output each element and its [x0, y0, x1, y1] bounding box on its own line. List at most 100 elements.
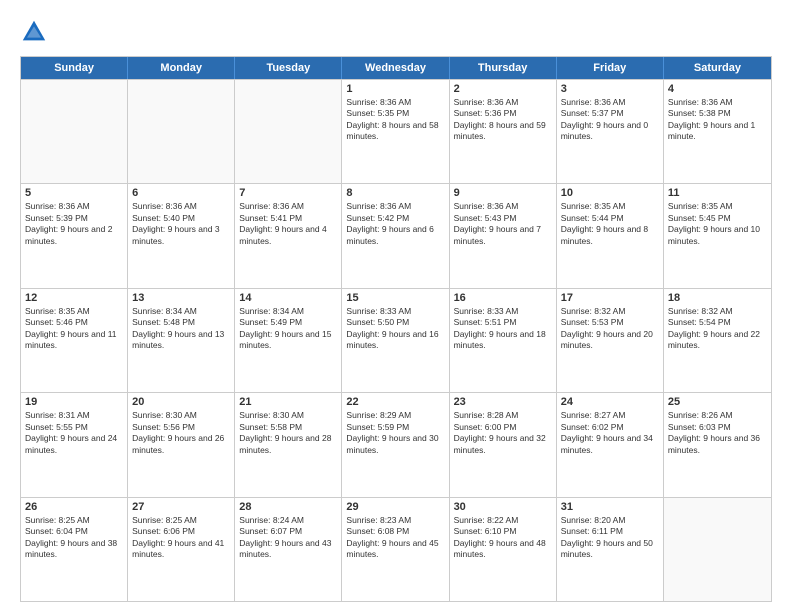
day-number: 3: [561, 83, 659, 95]
day-cell-10: 10Sunrise: 8:35 AMSunset: 5:44 PMDayligh…: [557, 184, 664, 287]
day-cell-9: 9 Sunrise: 8:36 AMSunset: 5:43 PMDaylight…: [450, 184, 557, 287]
day-number: 9: [454, 187, 552, 199]
day-number: 8: [346, 187, 444, 199]
cell-info: Sunrise: 8:22 AMSunset: 6:10 PMDaylight:…: [454, 515, 552, 561]
day-number: 23: [454, 396, 552, 408]
day-cell-23: 23 Sunrise: 8:28 AMSunset: 6:00 PMDayligh…: [450, 393, 557, 496]
day-number: 7: [239, 187, 337, 199]
day-number: 12: [25, 292, 123, 304]
cell-info: Sunrise: 8:25 AMSunset: 6:04 PMDaylight:…: [25, 515, 123, 561]
day-number: 13: [132, 292, 230, 304]
day-number: 20: [132, 396, 230, 408]
empty-cell: [664, 498, 771, 601]
calendar-row-3: 12 Sunrise: 8:35 AMSunset: 5:46 PMDayligh…: [21, 288, 771, 392]
day-number: 5: [25, 187, 123, 199]
day-cell-2: 2Sunrise: 8:36 AMSunset: 5:36 PMDaylight…: [450, 80, 557, 183]
day-cell-3: 3 Sunrise: 8:36 AMSunset: 5:37 PMDaylight…: [557, 80, 664, 183]
header-day-friday: Friday: [557, 57, 664, 79]
empty-cell: [235, 80, 342, 183]
day-cell-7: 7Sunrise: 8:36 AMSunset: 5:41 PMDaylight…: [235, 184, 342, 287]
calendar-row-5: 26Sunrise: 8:25 AMSunset: 6:04 PMDayligh…: [21, 497, 771, 601]
calendar-row-1: 1Sunrise: 8:36 AMSunset: 5:35 PMDaylight…: [21, 79, 771, 183]
day-number: 11: [668, 187, 767, 199]
day-cell-31: 31 Sunrise: 8:20 AMSunset: 6:11 PMDayligh…: [557, 498, 664, 601]
cell-info: Sunrise: 8:36 AMSunset: 5:43 PMDaylight:…: [454, 201, 552, 247]
day-number: 28: [239, 501, 337, 513]
cell-info: Sunrise: 8:31 AMSunset: 5:55 PMDaylight:…: [25, 410, 123, 456]
day-number: 4: [668, 83, 767, 95]
day-cell-4: 4 Sunrise: 8:36 AMSunset: 5:38 PMDaylight…: [664, 80, 771, 183]
day-cell-26: 26Sunrise: 8:25 AMSunset: 6:04 PMDayligh…: [21, 498, 128, 601]
day-cell-12: 12 Sunrise: 8:35 AMSunset: 5:46 PMDayligh…: [21, 289, 128, 392]
cell-info: Sunrise: 8:32 AMSunset: 5:54 PMDaylight:…: [668, 306, 767, 352]
calendar-body: 1Sunrise: 8:36 AMSunset: 5:35 PMDaylight…: [21, 79, 771, 601]
day-number: 22: [346, 396, 444, 408]
calendar-row-2: 5 Sunrise: 8:36 AMSunset: 5:39 PMDaylight…: [21, 183, 771, 287]
day-number: 21: [239, 396, 337, 408]
cell-info: Sunrise: 8:29 AMSunset: 5:59 PMDaylight:…: [346, 410, 444, 456]
day-number: 14: [239, 292, 337, 304]
cell-info: Sunrise: 8:36 AMSunset: 5:38 PMDaylight:…: [668, 97, 767, 143]
empty-cell: [128, 80, 235, 183]
day-number: 25: [668, 396, 767, 408]
day-cell-18: 18 Sunrise: 8:32 AMSunset: 5:54 PMDayligh…: [664, 289, 771, 392]
day-cell-16: 16Sunrise: 8:33 AMSunset: 5:51 PMDayligh…: [450, 289, 557, 392]
day-number: 6: [132, 187, 230, 199]
day-cell-5: 5 Sunrise: 8:36 AMSunset: 5:39 PMDaylight…: [21, 184, 128, 287]
cell-info: Sunrise: 8:36 AMSunset: 5:40 PMDaylight:…: [132, 201, 230, 247]
cell-info: Sunrise: 8:30 AMSunset: 5:56 PMDaylight:…: [132, 410, 230, 456]
day-number: 19: [25, 396, 123, 408]
cell-info: Sunrise: 8:33 AMSunset: 5:51 PMDaylight:…: [454, 306, 552, 352]
header-day-sunday: Sunday: [21, 57, 128, 79]
header-day-saturday: Saturday: [664, 57, 771, 79]
header: [20, 18, 772, 46]
calendar: SundayMondayTuesdayWednesdayThursdayFrid…: [20, 56, 772, 602]
day-number: 30: [454, 501, 552, 513]
header-day-thursday: Thursday: [450, 57, 557, 79]
logo-icon: [20, 18, 48, 46]
cell-info: Sunrise: 8:36 AMSunset: 5:37 PMDaylight:…: [561, 97, 659, 143]
day-number: 29: [346, 501, 444, 513]
day-number: 15: [346, 292, 444, 304]
day-cell-29: 29 Sunrise: 8:23 AMSunset: 6:08 PMDayligh…: [342, 498, 449, 601]
cell-info: Sunrise: 8:36 AMSunset: 5:39 PMDaylight:…: [25, 201, 123, 247]
calendar-header: SundayMondayTuesdayWednesdayThursdayFrid…: [21, 57, 771, 79]
day-number: 27: [132, 501, 230, 513]
day-cell-24: 24Sunrise: 8:27 AMSunset: 6:02 PMDayligh…: [557, 393, 664, 496]
day-cell-15: 15 Sunrise: 8:33 AMSunset: 5:50 PMDayligh…: [342, 289, 449, 392]
day-number: 31: [561, 501, 659, 513]
cell-info: Sunrise: 8:20 AMSunset: 6:11 PMDaylight:…: [561, 515, 659, 561]
day-number: 1: [346, 83, 444, 95]
cell-info: Sunrise: 8:36 AMSunset: 5:36 PMDaylight:…: [454, 97, 552, 143]
day-number: 17: [561, 292, 659, 304]
logo: [20, 18, 52, 46]
day-cell-27: 27Sunrise: 8:25 AMSunset: 6:06 PMDayligh…: [128, 498, 235, 601]
day-cell-6: 6 Sunrise: 8:36 AMSunset: 5:40 PMDaylight…: [128, 184, 235, 287]
day-cell-17: 17 Sunrise: 8:32 AMSunset: 5:53 PMDayligh…: [557, 289, 664, 392]
header-day-wednesday: Wednesday: [342, 57, 449, 79]
day-cell-1: 1Sunrise: 8:36 AMSunset: 5:35 PMDaylight…: [342, 80, 449, 183]
cell-info: Sunrise: 8:28 AMSunset: 6:00 PMDaylight:…: [454, 410, 552, 456]
day-cell-30: 30 Sunrise: 8:22 AMSunset: 6:10 PMDayligh…: [450, 498, 557, 601]
day-cell-20: 20 Sunrise: 8:30 AMSunset: 5:56 PMDayligh…: [128, 393, 235, 496]
cell-info: Sunrise: 8:35 AMSunset: 5:45 PMDaylight:…: [668, 201, 767, 247]
day-number: 24: [561, 396, 659, 408]
day-cell-11: 11 Sunrise: 8:35 AMSunset: 5:45 PMDayligh…: [664, 184, 771, 287]
cell-info: Sunrise: 8:23 AMSunset: 6:08 PMDaylight:…: [346, 515, 444, 561]
day-cell-25: 25 Sunrise: 8:26 AMSunset: 6:03 PMDayligh…: [664, 393, 771, 496]
cell-info: Sunrise: 8:35 AMSunset: 5:46 PMDaylight:…: [25, 306, 123, 352]
calendar-row-4: 19 Sunrise: 8:31 AMSunset: 5:55 PMDayligh…: [21, 392, 771, 496]
day-cell-21: 21 Sunrise: 8:30 AMSunset: 5:58 PMDayligh…: [235, 393, 342, 496]
cell-info: Sunrise: 8:26 AMSunset: 6:03 PMDaylight:…: [668, 410, 767, 456]
day-cell-19: 19 Sunrise: 8:31 AMSunset: 5:55 PMDayligh…: [21, 393, 128, 496]
cell-info: Sunrise: 8:30 AMSunset: 5:58 PMDaylight:…: [239, 410, 337, 456]
cell-info: Sunrise: 8:33 AMSunset: 5:50 PMDaylight:…: [346, 306, 444, 352]
day-cell-13: 13 Sunrise: 8:34 AMSunset: 5:48 PMDayligh…: [128, 289, 235, 392]
cell-info: Sunrise: 8:35 AMSunset: 5:44 PMDaylight:…: [561, 201, 659, 247]
cell-info: Sunrise: 8:34 AMSunset: 5:48 PMDaylight:…: [132, 306, 230, 352]
day-number: 18: [668, 292, 767, 304]
day-cell-8: 8Sunrise: 8:36 AMSunset: 5:42 PMDaylight…: [342, 184, 449, 287]
page: SundayMondayTuesdayWednesdayThursdayFrid…: [0, 0, 792, 612]
header-day-tuesday: Tuesday: [235, 57, 342, 79]
cell-info: Sunrise: 8:32 AMSunset: 5:53 PMDaylight:…: [561, 306, 659, 352]
